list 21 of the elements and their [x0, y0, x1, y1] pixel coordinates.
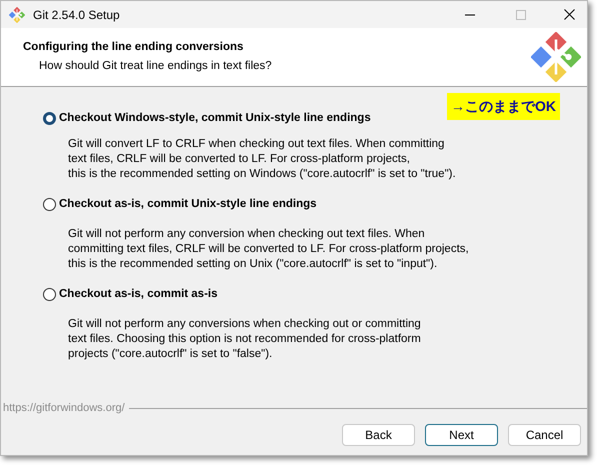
dialog-button[interactable]: Back [342, 424, 415, 446]
option-description: Git will not perform any conversions when checking out or committing text files. Choosing this option is not recommended for cross-platform projects ("core.autocrlf" is set to "false"). [68, 317, 422, 362]
diamond-logo-icon [531, 32, 581, 82]
maximize-icon [516, 10, 526, 20]
annotation-label: →このままでOK [447, 93, 560, 120]
page-title: Configuring the line ending conversions [23, 40, 244, 55]
radio-option[interactable]: Checkout as-is, commit Unix-style line endings [43, 196, 317, 214]
dialog-button[interactable]: Cancel [508, 424, 581, 446]
dialog-button[interactable]: Next [425, 424, 498, 446]
radio-option[interactable]: Checkout Windows-style, commit Unix-style line endings [43, 110, 371, 128]
website-url: https://gitforwindows.org/ [2, 400, 126, 416]
close-icon[interactable] [564, 9, 575, 20]
window-title: Git 2.54.0 Setup [33, 6, 120, 24]
option-description: Git will convert LF to CRLF when checking out text files. When committing text files, CRLF will be converted to LF. For cross-platform projects, this is the recommended setting on Windows ("core.autocrlf" is set to "true"). [68, 137, 457, 182]
radio-button[interactable] [43, 112, 56, 125]
page-subtitle: How should Git treat line endings in text files? [39, 59, 273, 74]
radio-button[interactable] [43, 288, 56, 301]
radio-option[interactable]: Checkout as-is, commit as-is [43, 286, 218, 304]
diamond-logo-icon [9, 6, 25, 22]
radio-button[interactable] [43, 198, 56, 211]
option-description: Git will not perform any conversion when checking out text files. When committing text files, CRLF will be converted to LF. For cross-platform projects, this is the recommended setting on Unix ("core.autocrlf" is set to "input"). [68, 227, 470, 272]
